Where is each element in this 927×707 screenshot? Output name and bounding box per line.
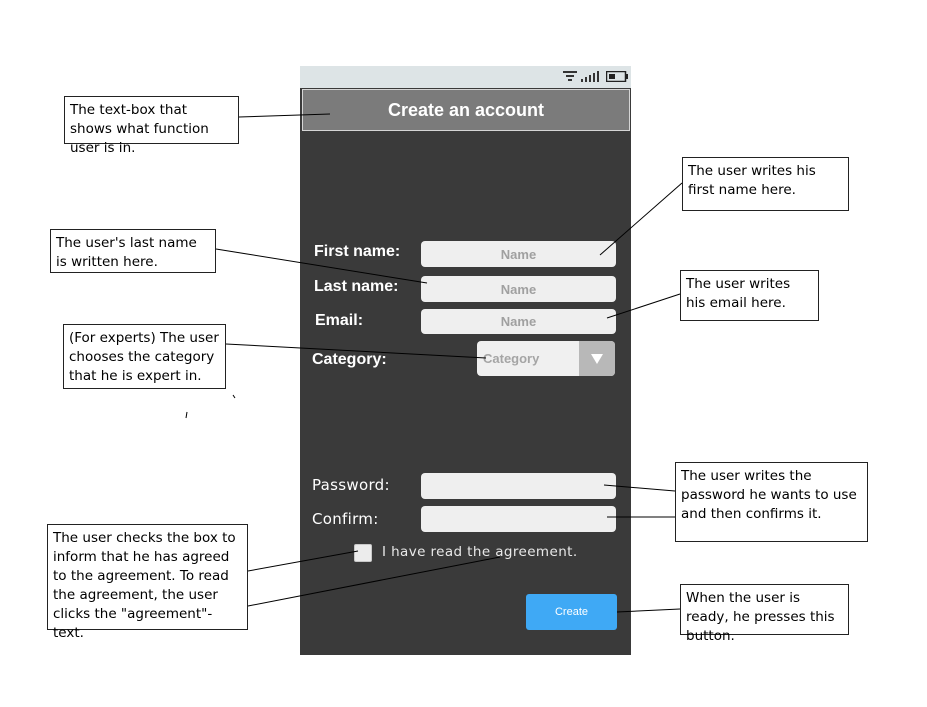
triangle-down-icon xyxy=(591,353,603,364)
confirm-label: Confirm: xyxy=(312,510,379,528)
title-annotation: The text-box that shows what function us… xyxy=(64,96,239,156)
signal-icon xyxy=(581,71,599,82)
dropdown-arrow[interactable] xyxy=(579,341,615,376)
password-input[interactable] xyxy=(421,473,616,499)
agreement-link[interactable]: I have read the agreement. xyxy=(382,544,578,560)
email-input[interactable] xyxy=(421,309,616,334)
category-annotation: (For experts) The user chooses the categ… xyxy=(63,324,226,389)
last-name-label: Last name: xyxy=(314,278,399,295)
agreement-checkbox[interactable] xyxy=(354,544,372,562)
password-label: Password: xyxy=(312,476,390,494)
first-name-annotation: The user writes his first name here. xyxy=(682,157,849,211)
create-button[interactable]: Create xyxy=(526,594,617,630)
wifi-icon xyxy=(563,71,577,81)
agreement-annotation: The user checks the box to inform that h… xyxy=(47,524,248,641)
category-label: Category: xyxy=(312,351,387,368)
email-label: Email: xyxy=(315,312,364,329)
status-bar xyxy=(300,66,631,88)
category-select-value: Category xyxy=(483,351,540,366)
battery-icon xyxy=(606,71,628,82)
password-annotation: The user writes the password he wants to… xyxy=(675,462,868,542)
email-annotation: The user writes his email here. xyxy=(680,270,819,321)
create-annotation: When the user is ready, he presses this … xyxy=(680,584,849,644)
page-title: Create an account xyxy=(302,89,630,131)
last-name-annotation: The user's last name is written here. xyxy=(50,229,216,273)
first-name-input[interactable] xyxy=(421,241,616,267)
confirm-password-input[interactable] xyxy=(421,506,616,532)
last-name-input[interactable] xyxy=(421,276,616,302)
category-select[interactable]: Category xyxy=(477,341,615,376)
first-name-label: First name: xyxy=(314,243,401,260)
stray-mark-1 xyxy=(185,411,188,419)
stray-mark-2 xyxy=(232,394,236,399)
